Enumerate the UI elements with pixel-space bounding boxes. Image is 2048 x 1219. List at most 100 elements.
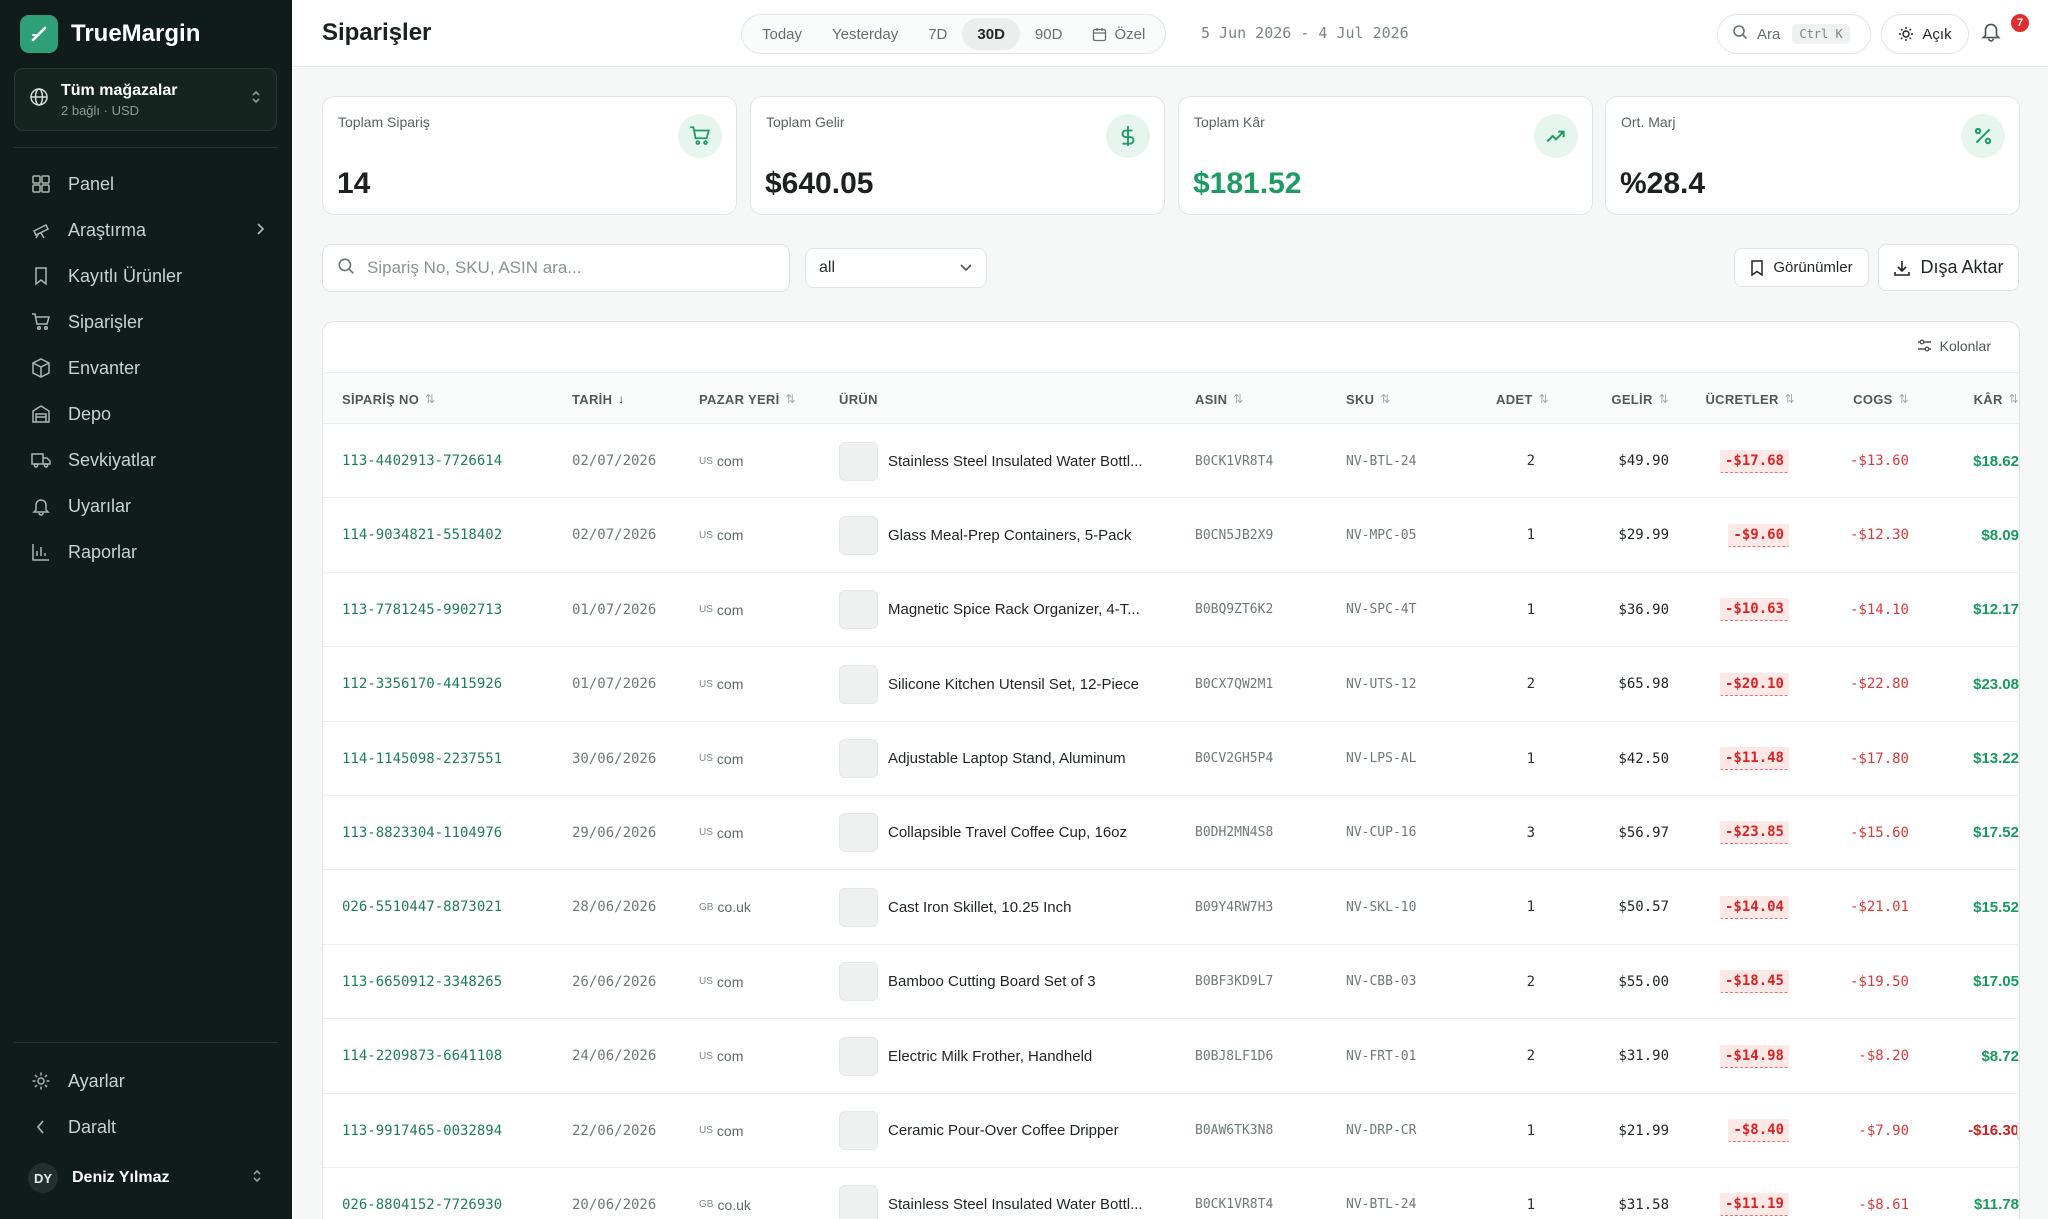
fees-value[interactable]: -$10.63 [1719, 598, 1789, 622]
order-number-link[interactable]: 112-3356170-4415926 [342, 647, 502, 721]
column-header-qty[interactable]: ADET ⇅ [1461, 373, 1549, 425]
table-row[interactable]: 113-9917465-0032894 22/06/2026 US com Cer… [323, 1094, 2019, 1168]
order-number-link[interactable]: 026-5510447-8873021 [342, 870, 502, 944]
fees-value[interactable]: -$23.85 [1719, 821, 1789, 845]
column-header-profit[interactable]: KÂR ⇅ [1923, 373, 2019, 425]
fees-value[interactable]: -$14.04 [1719, 895, 1789, 919]
nav-item-arastirma[interactable]: Araştırma [14, 207, 277, 253]
collapse-sidebar-button[interactable]: Daralt [14, 1104, 277, 1150]
fees-value[interactable]: -$14.98 [1719, 1044, 1789, 1068]
order-search [322, 244, 790, 292]
country-code: US [699, 604, 713, 616]
table-row[interactable]: 113-8823304-1104976 29/06/2026 US com Col… [323, 796, 2019, 871]
table-row[interactable]: 026-5510447-8873021 28/06/2026 GB co.uk C… [323, 870, 2019, 945]
cogs: -$8.20 [1858, 1048, 1909, 1065]
fees-value[interactable]: -$11.48 [1719, 747, 1789, 771]
column-header-sku[interactable]: SKU ⇅ [1346, 373, 1391, 425]
page-title: Siparişler [322, 19, 432, 46]
kpi-label: Toplam Kâr [1194, 114, 1265, 130]
fees-value[interactable]: -$17.68 [1719, 449, 1789, 473]
order-number-link[interactable]: 113-9917465-0032894 [342, 1094, 502, 1168]
column-header-asin[interactable]: ASIN ⇅ [1195, 373, 1244, 425]
brand[interactable]: TrueMargin [20, 14, 200, 54]
sidebar: TrueMargin Tüm mağazalar 2 bağlı · USD P… [0, 0, 292, 1219]
nav-item-raporlar[interactable]: Raporlar [14, 529, 277, 575]
order-number-link[interactable]: 026-8804152-7726930 [342, 1168, 502, 1219]
nav-item-depo[interactable]: Depo [14, 391, 277, 437]
table-row[interactable]: 114-9034821-5518402 02/07/2026 US com Gla… [323, 498, 2019, 573]
fees-cell: -$20.10 [1693, 647, 1789, 721]
sort-icon: ⇅ [1233, 392, 1244, 406]
nav-item-ayarlar[interactable]: Ayarlar [14, 1058, 277, 1104]
table-row[interactable]: 026-8804152-7726930 20/06/2026 GB co.uk S… [323, 1168, 2019, 1219]
table-row[interactable]: 113-7781245-9902713 01/07/2026 US com Mag… [323, 573, 2019, 648]
country-code: US [699, 976, 713, 988]
theme-toggle-button[interactable]: Açık [1881, 14, 1969, 54]
order-number-link[interactable]: 113-4402913-7726614 [342, 424, 502, 498]
table-header: SİPARİŞ NO ⇅ TARİH ↓ PAZAR YERİ ⇅ ÜRÜN ASIN… [323, 372, 2019, 425]
fees-cell: -$18.45 [1693, 945, 1789, 1019]
nav-item-sevkiyatlar[interactable]: Sevkiyatlar [14, 437, 277, 483]
order-search-input[interactable] [367, 258, 767, 278]
user-menu[interactable]: DY Deniz Yılmaz [14, 1158, 277, 1198]
sort-icon: ⇅ [1538, 392, 1549, 406]
kpi-card-total-profit: Toplam Kâr $181.52 [1178, 96, 1593, 215]
marketplace: US com [699, 647, 743, 721]
chevrons-updown-icon [251, 1168, 263, 1189]
chevrons-updown-icon [250, 89, 262, 110]
column-header-revenue[interactable]: GELİR ⇅ [1573, 373, 1669, 425]
quantity: 3 [1526, 824, 1535, 841]
table-row[interactable]: 112-3356170-4415926 01/07/2026 US com Sil… [323, 647, 2019, 722]
export-button[interactable]: Dışa Aktar [1878, 244, 2019, 291]
global-search-button[interactable]: Ara Ctrl K [1717, 14, 1871, 54]
column-header-fees[interactable]: ÜCRETLER ⇅ [1673, 373, 1795, 425]
status-filter-select[interactable]: all [805, 248, 987, 288]
product-thumbnail [839, 1168, 878, 1219]
fees-value[interactable]: -$8.40 [1728, 1119, 1789, 1143]
table-row[interactable]: 113-6650912-3348265 26/06/2026 US com Bam… [323, 945, 2019, 1020]
range-tab-yesterday[interactable]: Yesterday [817, 18, 913, 50]
asin: B0BF3KD9L7 [1195, 974, 1274, 990]
kpi-value: $181.52 [1193, 167, 1302, 200]
cogs: -$12.30 [1849, 527, 1909, 544]
arrow-down-icon: ↓ [618, 392, 625, 406]
fees-value[interactable]: -$18.45 [1719, 970, 1789, 994]
range-tab-today[interactable]: Today [747, 18, 817, 50]
nav-label: Ayarlar [68, 1070, 125, 1091]
range-tab-7d[interactable]: 7D [913, 18, 962, 50]
order-number-link[interactable]: 114-1145098-2237551 [342, 722, 502, 796]
notifications-button[interactable] [1980, 20, 2008, 48]
nav-item-kayitli-urunler[interactable]: Kayıtlı Ürünler [14, 253, 277, 299]
table-row[interactable]: 114-2209873-6641108 24/06/2026 US com Ele… [323, 1019, 2019, 1094]
order-number-link[interactable]: 113-7781245-9902713 [342, 573, 502, 647]
order-number-link[interactable]: 114-9034821-5518402 [342, 498, 502, 572]
range-tab-30d[interactable]: 30D [962, 18, 1020, 50]
column-header-cogs[interactable]: COGS ⇅ [1813, 373, 1909, 425]
order-number-link[interactable]: 114-2209873-6641108 [342, 1019, 502, 1093]
nav-item-panel[interactable]: Panel [14, 161, 277, 207]
order-date: 20/06/2026 [572, 1196, 657, 1213]
nav-item-envanter[interactable]: Envanter [14, 345, 277, 391]
column-header-order[interactable]: SİPARİŞ NO ⇅ [342, 373, 436, 425]
order-number-link[interactable]: 113-6650912-3348265 [342, 945, 502, 1019]
store-switcher[interactable]: Tüm mağazalar 2 bağlı · USD [14, 68, 277, 131]
nav-item-siparisler[interactable]: Siparişler [14, 299, 277, 345]
asin: B0CX7QW2M1 [1195, 676, 1274, 692]
fees-value[interactable]: -$20.10 [1719, 672, 1789, 696]
warehouse-icon [30, 403, 52, 425]
product-thumbnail [839, 647, 878, 721]
fees-value[interactable]: -$9.60 [1728, 523, 1789, 547]
columns-button[interactable]: Kolonlar [1917, 338, 1991, 354]
views-button[interactable]: Görünümler [1734, 248, 1869, 287]
table-row[interactable]: 113-4402913-7726614 02/07/2026 US com Sta… [323, 424, 2019, 499]
table-row[interactable]: 114-1145098-2237551 30/06/2026 US com Adj… [323, 722, 2019, 796]
nav-label: Daralt [68, 1116, 117, 1137]
orders-table: Kolonlar SİPARİŞ NO ⇅ TARİH ↓ PAZAR YERİ ⇅ … [322, 321, 2020, 1219]
column-header-date[interactable]: TARİH ↓ [572, 373, 625, 425]
fees-value[interactable]: -$11.19 [1719, 1193, 1789, 1217]
range-tab-90d[interactable]: 90D [1020, 18, 1078, 50]
column-header-marketplace[interactable]: PAZAR YERİ ⇅ [699, 373, 796, 425]
order-number-link[interactable]: 113-8823304-1104976 [342, 796, 502, 870]
range-tab-custom[interactable]: Özel [1077, 18, 1160, 50]
nav-item-uyarilar[interactable]: Uyarılar [14, 483, 277, 529]
